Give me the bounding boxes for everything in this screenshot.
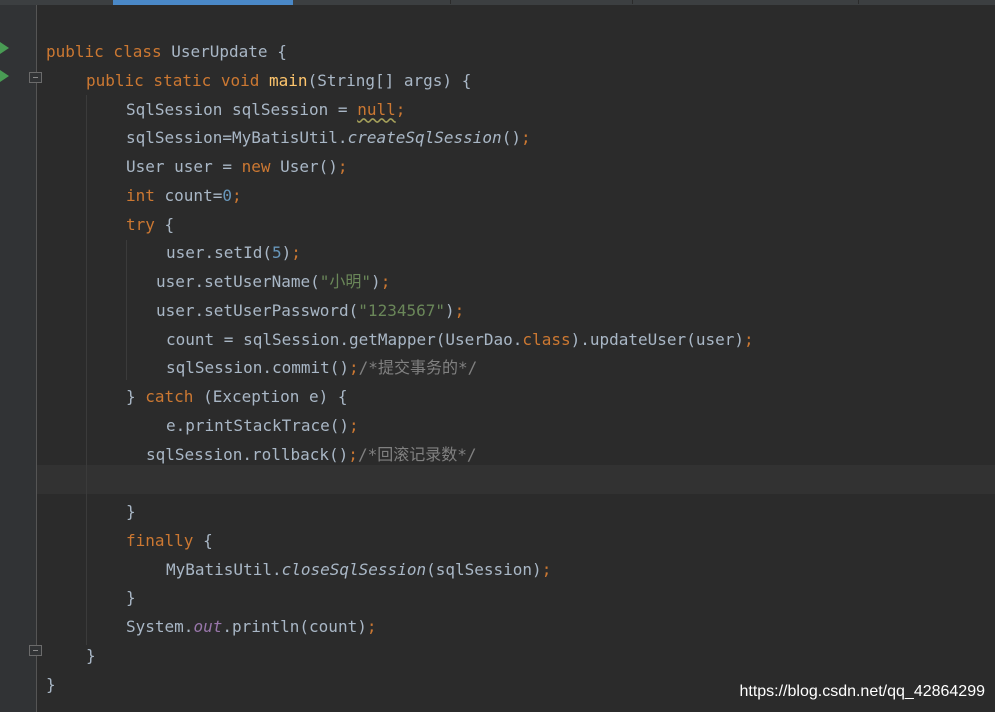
tab-separator — [632, 0, 633, 4]
code-token: ; — [395, 99, 406, 119]
code-line[interactable]: user.setId(5); — [166, 238, 301, 267]
editor-tab-bar — [0, 0, 995, 5]
code-line[interactable]: SqlSession sqlSession = null; — [126, 95, 405, 124]
code-token: ; — [520, 128, 531, 148]
code-token: UserUpdate { — [171, 42, 287, 61]
code-token: /*回滚记录数*/ — [357, 444, 477, 464]
code-line[interactable]: public static void main(String[] args) { — [86, 66, 471, 95]
code-token: user.setUserPassword( — [156, 300, 359, 320]
code-line[interactable]: MyBatisUtil.closeSqlSession(sqlSession); — [166, 555, 551, 584]
code-token: (Exception e) { — [203, 387, 348, 406]
code-token: sqlSession.rollback() — [146, 444, 349, 464]
code-line[interactable]: try { — [126, 210, 174, 239]
code-token: e.printStackTrace() — [166, 415, 350, 435]
code-line[interactable]: sqlSession.rollback();/*回滚记录数*/ — [146, 440, 476, 469]
code-token: closeSqlSession — [281, 559, 427, 579]
code-token: SqlSession sqlSession = — [126, 99, 358, 119]
code-token: public class — [46, 42, 172, 61]
code-token: count= — [164, 185, 223, 205]
code-token: "小明" — [319, 272, 372, 291]
run-class-icon[interactable] — [0, 42, 9, 54]
code-token: ; — [337, 157, 348, 176]
code-line[interactable]: finally { — [126, 526, 213, 555]
code-token: 0 — [222, 185, 232, 205]
code-token: catch — [145, 387, 204, 406]
code-token: "1234567" — [358, 300, 445, 320]
code-token: finally — [126, 530, 204, 550]
code-token: new — [241, 157, 281, 176]
code-token: ; — [380, 272, 391, 291]
code-token: user.setId( — [166, 243, 272, 263]
code-token: int — [126, 185, 165, 205]
code-token: ; — [291, 243, 301, 263]
code-token: } — [126, 387, 146, 406]
code-token: () — [501, 128, 521, 148]
code-line[interactable]: System.out.println(count); — [126, 612, 376, 641]
code-line[interactable]: user.setUserName("小明"); — [156, 267, 390, 296]
code-line[interactable]: int count=0; — [126, 181, 242, 210]
code-token: sqlSession=MyBatisUtil. — [126, 128, 348, 148]
code-line[interactable]: user.setUserPassword("1234567"); — [156, 296, 464, 325]
watermark-text: https://blog.csdn.net/qq_42864299 — [739, 683, 985, 700]
code-token: ) — [445, 300, 455, 320]
code-token: ) — [281, 243, 292, 263]
code-token: ; — [743, 329, 754, 349]
code-token: ; — [366, 617, 377, 636]
code-line[interactable]: User user = new User(); — [126, 152, 348, 181]
code-line[interactable]: } — [86, 641, 96, 670]
code-token: ; — [348, 444, 358, 464]
code-token: out — [193, 617, 223, 636]
code-line[interactable]: count = sqlSession.getMapper(UserDao.cla… — [166, 325, 754, 354]
code-token: { — [164, 214, 175, 234]
code-token: try — [126, 214, 165, 234]
fold-icon[interactable] — [29, 645, 42, 656]
run-main-icon[interactable] — [0, 70, 9, 82]
code-line[interactable]: } — [126, 583, 136, 612]
code-token: User() — [280, 157, 338, 176]
fold-icon[interactable] — [29, 72, 42, 83]
code-token: public static void — [86, 70, 270, 90]
indent-guide — [126, 240, 127, 380]
code-token: user.setUserName( — [156, 272, 320, 291]
code-token: null — [357, 99, 396, 119]
code-token: System. — [126, 617, 194, 636]
code-token: class — [522, 329, 571, 349]
code-token: { — [203, 530, 213, 550]
code-token: .println(count) — [222, 617, 367, 636]
current-line-highlight — [37, 465, 995, 494]
code-line[interactable]: sqlSession=MyBatisUtil.createSqlSession(… — [126, 123, 531, 152]
code-line[interactable]: public class UserUpdate { — [46, 37, 287, 66]
tab-separator — [450, 0, 451, 4]
code-line[interactable]: e.printStackTrace(); — [166, 411, 359, 440]
code-token: sqlSession.commit() — [166, 358, 350, 378]
code-token: /*提交事务的*/ — [358, 358, 478, 378]
code-line[interactable]: } — [126, 497, 136, 526]
code-token: createSqlSession — [347, 128, 502, 148]
code-line[interactable]: } catch (Exception e) { — [126, 382, 348, 411]
tab-separator — [858, 0, 859, 4]
code-token: count = sqlSession.getMapper(UserDao. — [166, 329, 523, 349]
editor-gutter — [0, 5, 37, 712]
code-token: } — [86, 645, 96, 665]
code-token: ; — [349, 358, 359, 378]
code-line[interactable]: } — [46, 670, 56, 699]
code-token: MyBatisUtil. — [166, 559, 282, 579]
active-tab-indicator[interactable] — [113, 0, 293, 5]
code-token: ) — [371, 272, 381, 291]
code-token: ; — [454, 300, 465, 320]
code-token: (sqlSession) — [426, 559, 542, 579]
code-token: ; — [541, 559, 552, 579]
indent-guide — [86, 95, 87, 645]
code-token: (String[] args) { — [307, 70, 472, 90]
code-token: main — [269, 70, 308, 90]
code-line[interactable]: sqlSession.commit();/*提交事务的*/ — [166, 353, 477, 382]
code-token: ; — [349, 415, 359, 435]
code-token: 5 — [271, 243, 282, 263]
code-token: User user = — [126, 157, 242, 176]
code-token: } — [126, 588, 136, 608]
code-token: ).updateUser(user) — [570, 329, 744, 349]
code-token: ; — [231, 185, 242, 205]
code-token: } — [126, 502, 136, 521]
code-token: } — [46, 674, 56, 694]
